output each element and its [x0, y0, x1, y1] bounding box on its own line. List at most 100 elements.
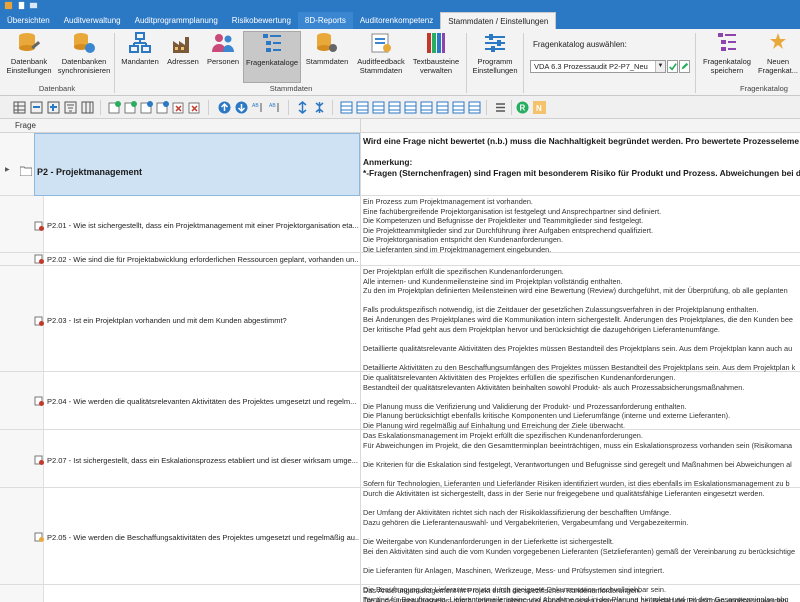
- catalog-select-label: Fragenkatalog auswählen:: [533, 40, 627, 49]
- question-text: P2.04 - Wie werden die qualitätsrelevant…: [47, 397, 357, 406]
- addresses-button[interactable]: Adressen: [163, 31, 203, 83]
- audit-feedback-button[interactable]: Auditfeedback Stammdaten: [353, 31, 409, 83]
- collapse-icon[interactable]: [30, 101, 43, 114]
- textblocks-button[interactable]: Textbausteine verwalten: [410, 31, 462, 83]
- catalog-select[interactable]: VDA 6.3 Prozessaudit P2-P7_Neu ▼: [530, 60, 666, 73]
- persons-button[interactable]: Personen: [204, 31, 242, 83]
- masterdata-button[interactable]: Stammdaten: [303, 31, 351, 83]
- question-row[interactable]: P2.03 - Ist ein Projektplan vorhanden un…: [0, 266, 800, 372]
- section-note: Wird eine Frage nicht bewertet (n.b.) mu…: [363, 136, 800, 178]
- tab-risikobewertung[interactable]: Risikobewertung: [225, 12, 298, 29]
- toolbar-separator: [288, 100, 289, 115]
- tab-auditorenkompetenz[interactable]: Auditorenkompetenz: [353, 12, 440, 29]
- question-row[interactable]: Das Änderungsmanagement im Projekt erfül…: [0, 585, 800, 602]
- confirm-check-icon[interactable]: [667, 60, 678, 73]
- question-row[interactable]: P2.05 - Wie werden die Beschaffungsaktiv…: [0, 488, 800, 602]
- grid-column-header: Frage: [0, 119, 800, 133]
- edit-pencil-icon[interactable]: [679, 60, 690, 73]
- textblocks-label: Textbausteine verwalten: [412, 57, 460, 75]
- question-star-icon: [34, 254, 44, 264]
- question-text: P2.03 - Ist ein Projektplan vorhanden un…: [47, 316, 287, 325]
- catalogs-button[interactable]: Fragenkataloge: [243, 31, 301, 83]
- collapse-all-icon[interactable]: [313, 101, 326, 114]
- factory-icon: [173, 37, 189, 53]
- copy-icon[interactable]: [140, 101, 153, 114]
- table-copy-icon[interactable]: [388, 101, 401, 114]
- columns-icon[interactable]: [81, 101, 94, 114]
- group-label-masterdata: Stammdaten: [269, 84, 313, 93]
- new-section-icon[interactable]: [108, 101, 121, 114]
- folder-icon: [20, 166, 32, 176]
- sort-az-icon[interactable]: AB: [252, 101, 265, 114]
- edit-icon[interactable]: [156, 101, 169, 114]
- question-text: P2.05 - Wie werden die Beschaffungsaktiv…: [47, 533, 359, 542]
- question-text: P2.01 - Wie ist sichergestellt, dass ein…: [47, 221, 359, 230]
- r-badge-icon[interactable]: R: [516, 101, 529, 114]
- expand-arrow-icon[interactable]: ▶: [5, 166, 10, 173]
- answer-text: Ein Prozess zum Projektmanagement ist vo…: [363, 197, 662, 254]
- move-up-icon[interactable]: [218, 101, 231, 114]
- expand-all-icon[interactable]: [296, 101, 309, 114]
- column-divider[interactable]: [360, 119, 361, 133]
- column-header-question[interactable]: Frage: [15, 121, 36, 130]
- filter-icon[interactable]: [64, 101, 77, 114]
- n-badge-icon[interactable]: N: [533, 101, 546, 114]
- answer-text: Das Änderungsmanagement im Projekt erfül…: [363, 586, 789, 602]
- colored-blocks-icon: [427, 33, 445, 53]
- group-label-catalog: Fragenkatalog: [740, 84, 788, 93]
- db-sync-label: Datenbanken synchronisieren: [57, 57, 111, 75]
- expand-icon[interactable]: [47, 101, 60, 114]
- chevron-down-icon[interactable]: ▼: [655, 61, 665, 72]
- app-icon: [4, 1, 13, 10]
- answer-text: Der Projektplan erfüllt die spezifischen…: [363, 267, 796, 372]
- question-row[interactable]: P2.04 - Wie werden die qualitätsrelevant…: [0, 372, 800, 430]
- table-add-icon[interactable]: [356, 101, 369, 114]
- section-title-cell[interactable]: [34, 133, 360, 196]
- database-sync-icon: [74, 33, 95, 53]
- grid-view-icon[interactable]: [13, 101, 26, 114]
- tab-8d-reports[interactable]: 8D-Reports: [297, 12, 353, 29]
- db-sync-button[interactable]: Datenbanken synchronisieren: [56, 31, 112, 83]
- ribbon-separator: [114, 33, 115, 93]
- question-row[interactable]: P2.02 - Wie sind die für Projektabwicklu…: [0, 253, 800, 266]
- save-catalog-button[interactable]: Fragenkatalog speichern: [700, 31, 754, 83]
- list-icon[interactable]: [494, 101, 507, 114]
- program-settings-button[interactable]: Programm Einstellungen: [470, 31, 520, 83]
- clients-button[interactable]: Mandanten: [118, 31, 162, 83]
- clients-label: Mandanten: [121, 57, 159, 66]
- tab-stammdaten-einstellungen[interactable]: Stammdaten / Einstellungen: [440, 12, 557, 29]
- quick-access-db-icon[interactable]: [17, 1, 26, 10]
- ribbon-tabs: Übersichten Auditverwaltung Auditprogram…: [0, 12, 800, 29]
- question-star-icon: [34, 396, 44, 406]
- sort-za-icon[interactable]: AB: [269, 101, 282, 114]
- tab-uebersichten[interactable]: Übersichten: [0, 12, 57, 29]
- ribbon: Datenbank Einstellungen Datenbanken sync…: [0, 29, 800, 96]
- table-icon[interactable]: [340, 101, 353, 114]
- table-remove-icon[interactable]: [452, 101, 465, 114]
- table-edit-icon[interactable]: [372, 101, 385, 114]
- table-link-icon[interactable]: [404, 101, 417, 114]
- new-star-icon: [770, 33, 786, 49]
- db-settings-label: Datenbank Einstellungen: [6, 57, 52, 75]
- svg-text:AB: AB: [269, 103, 276, 109]
- section-row[interactable]: ▶ P2 - Projektmanagement Wird eine Frage…: [0, 133, 800, 196]
- database-gear-icon: [317, 33, 337, 52]
- table-check-icon[interactable]: [468, 101, 481, 114]
- remove-icon[interactable]: [188, 101, 201, 114]
- db-settings-button[interactable]: Datenbank Einstellungen: [3, 31, 55, 83]
- new-catalog-button[interactable]: Neuen Fragenkat...: [756, 31, 800, 83]
- svg-text:AB: AB: [252, 103, 259, 109]
- move-down-icon[interactable]: [235, 101, 248, 114]
- persons-label: Personen: [206, 57, 240, 66]
- org-chart-icon: [129, 32, 151, 53]
- new-question-icon[interactable]: [124, 101, 137, 114]
- table-export-icon[interactable]: [436, 101, 449, 114]
- table-import-icon[interactable]: [420, 101, 433, 114]
- quick-access-sync-icon[interactable]: [29, 1, 38, 10]
- question-row[interactable]: P2.07 - Ist sichergestellt, dass ein Esk…: [0, 430, 800, 488]
- tab-auditverwaltung[interactable]: Auditverwaltung: [57, 12, 128, 29]
- save-catalog-label: Fragenkatalog speichern: [703, 57, 751, 75]
- tab-auditprogrammplanung[interactable]: Auditprogrammplanung: [128, 12, 225, 29]
- question-row[interactable]: P2.01 - Wie ist sichergestellt, dass ein…: [0, 196, 800, 254]
- delete-icon[interactable]: [172, 101, 185, 114]
